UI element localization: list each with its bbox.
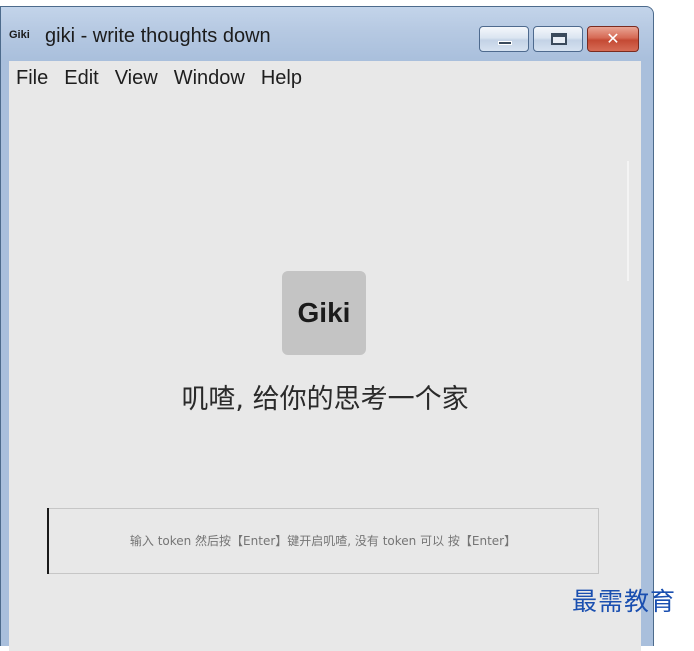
maximize-icon [551, 33, 567, 45]
window-controls: ✕ [479, 26, 639, 52]
giki-logo-text: Giki [297, 297, 351, 328]
menu-view[interactable]: View [107, 67, 166, 90]
menu-edit[interactable]: Edit [56, 67, 106, 90]
menu-file[interactable]: File [9, 67, 56, 90]
minimize-button[interactable] [479, 26, 529, 52]
menu-help[interactable]: Help [253, 67, 310, 90]
token-input[interactable] [47, 508, 599, 574]
watermark: 最需教育 [572, 587, 677, 616]
menu-bar: File Edit View Window Help [9, 61, 641, 95]
input-left-edge [47, 508, 49, 574]
tagline: 叽喳, 给你的思考一个家 [181, 384, 469, 415]
menu-window[interactable]: Window [166, 67, 253, 90]
app-logo-icon: Giki [9, 29, 30, 41]
scroll-highlight [627, 161, 629, 281]
giki-logo: Giki [282, 271, 366, 355]
client-area: File Edit View Window Help Giki 叽喳, 给你的思… [9, 61, 641, 651]
close-icon: ✕ [606, 29, 620, 48]
minimize-icon [498, 41, 512, 45]
window-title: giki - write thoughts down [45, 25, 271, 47]
app-window: Giki giki - write thoughts down ✕ File E… [0, 6, 654, 651]
title-bar[interactable]: Giki giki - write thoughts down ✕ [1, 7, 653, 61]
close-button[interactable]: ✕ [587, 26, 639, 52]
maximize-button[interactable] [533, 26, 583, 52]
